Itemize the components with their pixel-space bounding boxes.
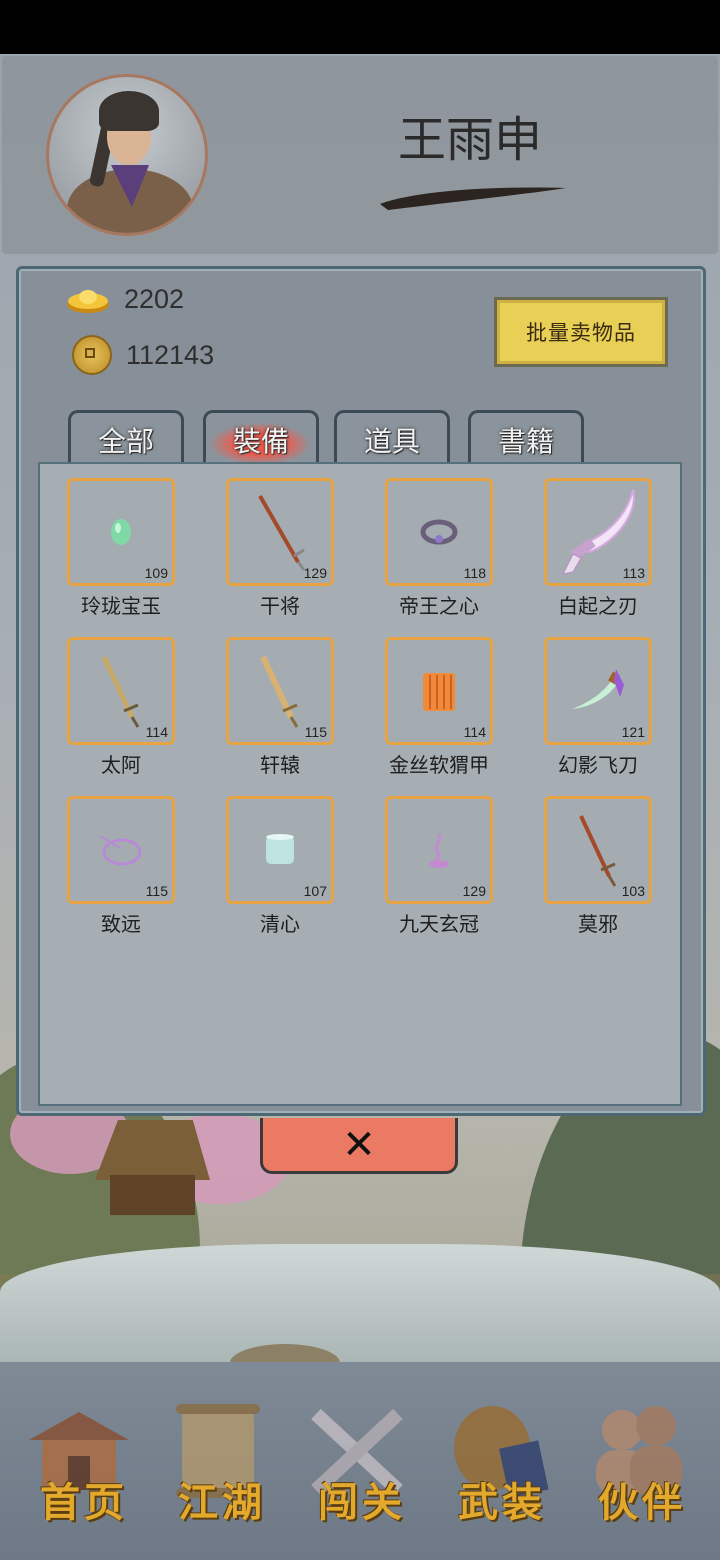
sword-icon bbox=[101, 655, 140, 728]
item-name: 致远 bbox=[101, 912, 141, 936]
item-name: 九天玄冠 bbox=[399, 912, 479, 936]
item-name: 太阿 bbox=[101, 753, 141, 777]
brush-stroke-decoration bbox=[380, 187, 566, 210]
armor-icon bbox=[423, 673, 455, 711]
item-slot[interactable]: 115 bbox=[67, 796, 175, 904]
item-name: 干将 bbox=[260, 594, 300, 618]
tab-equipment[interactable]: 裝備 bbox=[203, 410, 319, 466]
item-slot[interactable]: 121 bbox=[544, 637, 652, 745]
coin-balance: 112143 bbox=[72, 335, 214, 375]
item-slot[interactable]: 129 bbox=[385, 796, 493, 904]
avatar[interactable] bbox=[46, 74, 208, 236]
bracer-icon bbox=[266, 834, 294, 864]
sword-icon bbox=[579, 815, 617, 887]
coin-count: 112143 bbox=[126, 339, 215, 370]
bulk-sell-button[interactable]: 批量卖物品 bbox=[494, 297, 668, 367]
sword-icon bbox=[260, 655, 299, 728]
item-slot[interactable]: 109 bbox=[67, 478, 175, 586]
ring-icon bbox=[420, 519, 458, 545]
coin-icon bbox=[72, 335, 112, 375]
hut-scenery bbox=[95, 1120, 210, 1215]
nav-challenge[interactable]: 闯关 bbox=[292, 1392, 432, 1532]
tab-all[interactable]: 全部 bbox=[68, 410, 184, 466]
item-slot[interactable]: 118 bbox=[385, 478, 493, 586]
dagger-icon bbox=[572, 669, 624, 709]
bracelet-icon bbox=[99, 835, 142, 866]
item-slot[interactable]: 115 bbox=[226, 637, 334, 745]
close-button[interactable]: ✕ bbox=[260, 1118, 458, 1174]
nav-home[interactable]: 首页 bbox=[14, 1392, 154, 1532]
close-icon: ✕ bbox=[342, 1121, 376, 1168]
item-slot[interactable]: 107 bbox=[226, 796, 334, 904]
tab-books[interactable]: 書籍 bbox=[468, 410, 584, 466]
hairpin-icon bbox=[429, 832, 449, 868]
item-name: 幻影飞刀 bbox=[558, 753, 638, 777]
status-bar bbox=[0, 0, 720, 54]
item-slot[interactable]: 114 bbox=[385, 637, 493, 745]
item-name: 莫邪 bbox=[578, 912, 618, 936]
tab-items[interactable]: 道具 bbox=[334, 410, 450, 466]
item-slot[interactable]: 129 bbox=[226, 478, 334, 586]
gold-ingot-count: 2202 bbox=[124, 284, 185, 314]
gold-ingot-icon bbox=[67, 289, 109, 313]
item-name: 轩辕 bbox=[260, 753, 300, 777]
nav-companions[interactable]: 伙伴 bbox=[572, 1392, 712, 1532]
nav-armory[interactable]: 武装 bbox=[432, 1392, 572, 1532]
item-name: 玲珑宝玉 bbox=[81, 594, 161, 618]
item-name: 白起之刃 bbox=[558, 594, 638, 618]
player-name: 王雨申 bbox=[397, 112, 542, 168]
nav-jianghu[interactable]: 江湖 bbox=[152, 1392, 292, 1532]
item-slot[interactable]: 103 bbox=[544, 796, 652, 904]
item-slot[interactable]: 113 bbox=[544, 478, 652, 586]
item-slot[interactable]: 114 bbox=[67, 637, 175, 745]
sword-icon bbox=[258, 495, 306, 571]
item-name: 清心 bbox=[260, 912, 300, 936]
gold-ingot-balance: 2202 bbox=[66, 284, 184, 315]
item-name: 帝王之心 bbox=[399, 594, 479, 618]
item-name: 金丝软猬甲 bbox=[389, 753, 489, 777]
jade-icon bbox=[111, 519, 131, 545]
